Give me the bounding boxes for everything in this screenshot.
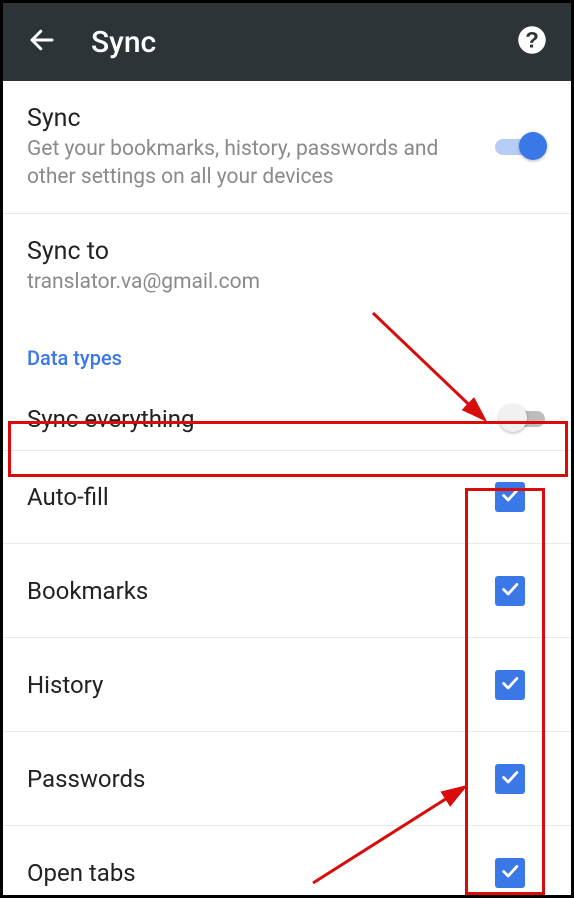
sync-master-row[interactable]: Sync Get your bookmarks, history, passwo…	[3, 81, 571, 214]
sync-master-title: Sync	[27, 103, 495, 134]
content-area: Sync Get your bookmarks, history, passwo…	[3, 81, 571, 898]
check-icon	[499, 578, 521, 604]
data-type-label: Auto-fill	[27, 483, 495, 511]
check-icon	[499, 860, 521, 886]
check-icon	[499, 484, 521, 510]
sync-to-title: Sync to	[27, 236, 547, 267]
sync-everything-label: Sync everything	[27, 405, 499, 433]
sync-to-row[interactable]: Sync to translator.va@gmail.com	[3, 214, 571, 319]
check-icon	[499, 672, 521, 698]
data-type-checkbox[interactable]	[495, 858, 525, 888]
sync-everything-row[interactable]: Sync everything	[3, 388, 571, 450]
help-button[interactable]: ?	[515, 25, 549, 59]
check-icon	[499, 766, 521, 792]
sync-master-subtitle: Get your bookmarks, history, passwords a…	[27, 136, 467, 191]
data-type-checkbox[interactable]	[495, 670, 525, 700]
data-type-row-passwords[interactable]: Passwords	[3, 732, 571, 826]
data-type-label: History	[27, 671, 495, 699]
data-type-checkbox[interactable]	[495, 482, 525, 512]
app-header: Sync ?	[3, 3, 571, 81]
data-type-checkbox[interactable]	[495, 764, 525, 794]
sync-master-toggle[interactable]	[495, 132, 547, 162]
data-type-row-opentabs[interactable]: Open tabs	[3, 826, 571, 898]
help-icon: ?	[517, 25, 547, 59]
data-type-label: Open tabs	[27, 859, 495, 887]
data-type-label: Bookmarks	[27, 577, 495, 605]
page-title: Sync	[91, 25, 515, 60]
data-type-checkbox[interactable]	[495, 576, 525, 606]
sync-to-account: translator.va@gmail.com	[27, 269, 467, 296]
back-button[interactable]	[25, 25, 59, 59]
data-type-row-history[interactable]: History	[3, 638, 571, 732]
data-type-row-bookmarks[interactable]: Bookmarks	[3, 544, 571, 638]
data-type-label: Passwords	[27, 765, 495, 793]
back-arrow-icon	[27, 25, 57, 59]
sync-settings-screen: Sync ? Sync Get your bookmarks, history,…	[0, 0, 574, 898]
svg-text:?: ?	[525, 28, 539, 53]
data-types-label: Data types	[3, 318, 571, 388]
data-type-row-autofill[interactable]: Auto-fill	[3, 450, 571, 544]
sync-everything-toggle[interactable]	[499, 404, 551, 434]
